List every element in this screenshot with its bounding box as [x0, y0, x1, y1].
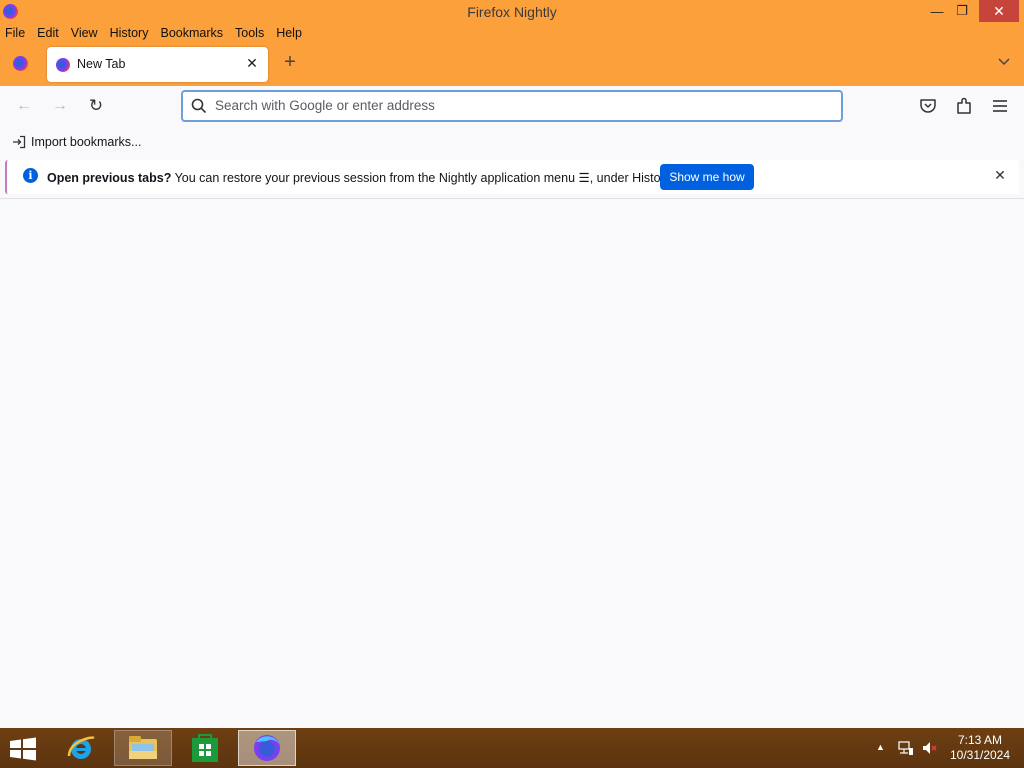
menu-edit[interactable]: Edit	[31, 24, 65, 42]
taskbar-firefox-nightly[interactable]	[238, 730, 296, 766]
folder-icon	[129, 736, 157, 759]
menu-help[interactable]: Help	[270, 24, 308, 42]
taskbar-store[interactable]	[176, 730, 234, 766]
chevron-down-icon	[998, 58, 1010, 66]
menu-file[interactable]: File	[0, 24, 31, 42]
address-bar[interactable]	[181, 90, 843, 122]
new-tab-button[interactable]: +	[280, 52, 300, 73]
back-button[interactable]: ←	[13, 95, 35, 117]
store-icon	[192, 734, 218, 762]
forward-button[interactable]: →	[49, 95, 71, 117]
hamburger-menu-icon[interactable]	[990, 96, 1010, 116]
clock-time: 7:13 AM	[957, 733, 1003, 747]
reload-button[interactable]: ↻	[85, 95, 107, 117]
info-icon: i	[23, 168, 38, 183]
clock-date: 10/31/2024	[949, 748, 1011, 762]
taskbar-file-explorer[interactable]	[114, 730, 172, 766]
volume-muted-icon[interactable]	[922, 740, 938, 756]
taskbar-internet-explorer[interactable]	[52, 730, 110, 766]
menu-tools[interactable]: Tools	[229, 24, 270, 42]
firefox-view-button[interactable]	[10, 53, 30, 73]
list-all-tabs-button[interactable]	[994, 54, 1014, 74]
menu-bookmarks[interactable]: Bookmarks	[154, 24, 229, 42]
notification-close-icon[interactable]: ✕	[993, 168, 1007, 182]
menu-view[interactable]: View	[65, 24, 104, 42]
import-bookmarks-label: Import bookmarks...	[31, 135, 142, 149]
restore-button[interactable]: ❐	[945, 0, 979, 22]
internet-explorer-icon	[67, 736, 95, 759]
page-content-area[interactable]	[0, 199, 1024, 728]
search-icon	[191, 98, 207, 114]
notification-title: Open previous tabs?	[47, 171, 172, 185]
import-bookmarks-button[interactable]: Import bookmarks...	[12, 134, 141, 150]
window-title: Firefox Nightly	[467, 4, 557, 20]
extensions-icon[interactable]	[954, 96, 974, 116]
address-input[interactable]	[215, 98, 815, 113]
menu-bar: File Edit View History Bookmarks Tools H…	[0, 24, 308, 42]
firefox-view-icon	[12, 55, 28, 71]
windows-start-icon[interactable]	[8, 737, 38, 761]
title-bar[interactable]: Firefox Nightly — ❐ ✕	[0, 0, 1024, 24]
tab-favicon-icon	[56, 58, 70, 72]
notification-message: Open previous tabs? You can restore your…	[47, 170, 674, 185]
menu-history[interactable]: History	[104, 24, 155, 42]
bookmarks-toolbar: Import bookmarks...	[0, 126, 1024, 156]
tab-title: New Tab	[77, 57, 126, 71]
show-hidden-icons-button[interactable]: ▲	[876, 742, 885, 752]
taskbar: ▲ 7:13 AM 10/31/2024	[0, 728, 1024, 768]
pocket-icon[interactable]	[918, 96, 938, 116]
tab-new-tab[interactable]: New Tab ✕	[47, 47, 268, 82]
tab-strip: New Tab ✕ +	[0, 44, 1024, 86]
network-icon[interactable]	[898, 740, 914, 756]
window-frame: Firefox Nightly — ❐ ✕ File Edit View His…	[0, 0, 1024, 86]
close-window-button[interactable]: ✕	[979, 0, 1019, 22]
import-icon	[13, 135, 26, 149]
notification-body: You can restore your previous session fr…	[171, 171, 674, 185]
firefox-nightly-icon	[254, 735, 280, 761]
tab-close-icon[interactable]: ✕	[244, 55, 260, 71]
navigation-toolbar: ← → ↻	[0, 86, 1024, 126]
taskbar-clock[interactable]: 7:13 AM 10/31/2024	[944, 733, 1016, 763]
session-restore-notification: i Open previous tabs? You can restore yo…	[5, 160, 1019, 194]
show-me-how-button[interactable]: Show me how	[660, 164, 754, 190]
